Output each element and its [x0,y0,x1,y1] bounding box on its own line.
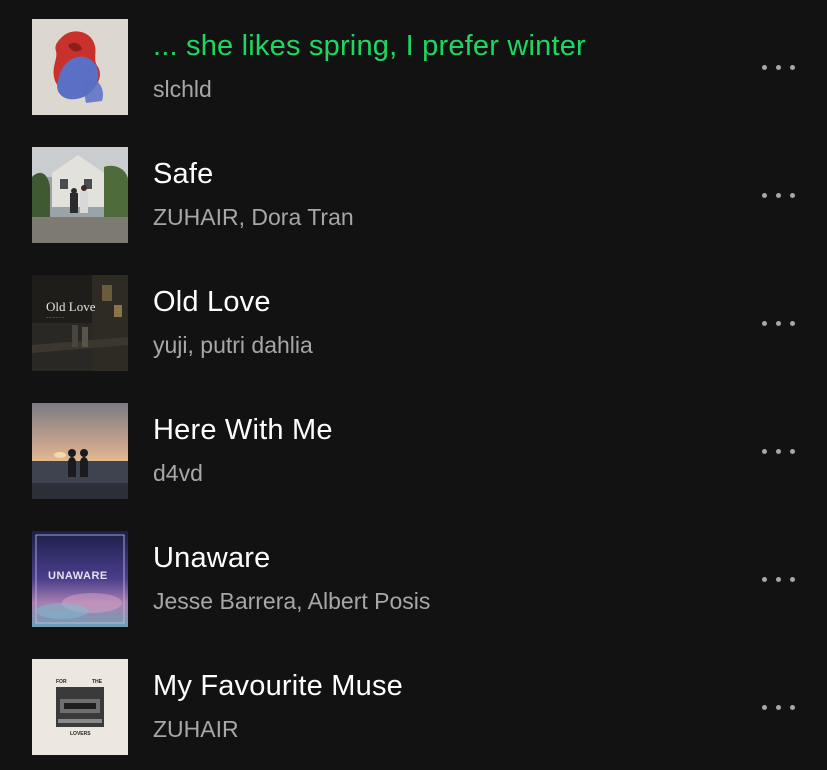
track-artist[interactable]: yuji, putri dahlia [153,332,313,359]
album-art-label: LOVERS [70,731,91,737]
album-art-label: THE [92,679,103,685]
album-art-for-the-lovers: FOR THE LOVERS [32,659,128,755]
track-artist[interactable]: ZUHAIR, Dora Tran [153,204,354,231]
track-artist[interactable]: ZUHAIR [153,716,239,743]
more-options-icon[interactable] [762,702,798,714]
track-row[interactable]: Safe ZUHAIR, Dora Tran [0,147,827,275]
album-art-label: UNAWARE [48,570,108,582]
track-row[interactable]: ... she likes spring, I prefer winter sl… [0,19,827,147]
track-row[interactable]: Here With Me d4vd [0,403,827,531]
album-art-house-couple [32,147,128,243]
more-options-icon[interactable] [762,574,798,586]
track-artist[interactable]: Jesse Barrera, Albert Posis [153,588,430,615]
track-row[interactable]: Old Love ~ ~ ~ ~ ~ ~ Old Love yuji, putr… [0,275,827,403]
more-options-icon[interactable] [762,446,798,458]
more-options-icon[interactable] [762,318,798,330]
album-art-red-blue-figures [32,19,128,115]
track-artist[interactable]: slchld [153,76,212,103]
more-options-icon[interactable] [762,62,798,74]
album-art-night-street: Old Love ~ ~ ~ ~ ~ ~ [32,275,128,371]
album-art-label: Old Love [46,299,96,314]
track-title[interactable]: ... she likes spring, I prefer winter [153,30,586,63]
album-art-sunset-beach [32,403,128,499]
track-title[interactable]: Old Love [153,286,271,319]
more-options-icon[interactable] [762,190,798,202]
track-row[interactable]: FOR THE LOVERS My Favourite Muse ZUHAIR [0,659,827,770]
track-row[interactable]: UNAWARE Unaware Jesse Barrera, Albert Po… [0,531,827,659]
track-title[interactable]: Unaware [153,542,270,575]
track-artist[interactable]: d4vd [153,460,203,487]
track-title[interactable]: Safe [153,158,213,191]
track-title[interactable]: Here With Me [153,414,333,447]
track-title[interactable]: My Favourite Muse [153,670,403,703]
album-art-purple-sky: UNAWARE [32,531,128,627]
album-art-label: FOR [56,679,67,685]
svg-text:~ ~ ~ ~ ~ ~: ~ ~ ~ ~ ~ ~ [46,315,65,320]
track-list: ... she likes spring, I prefer winter sl… [0,0,827,770]
